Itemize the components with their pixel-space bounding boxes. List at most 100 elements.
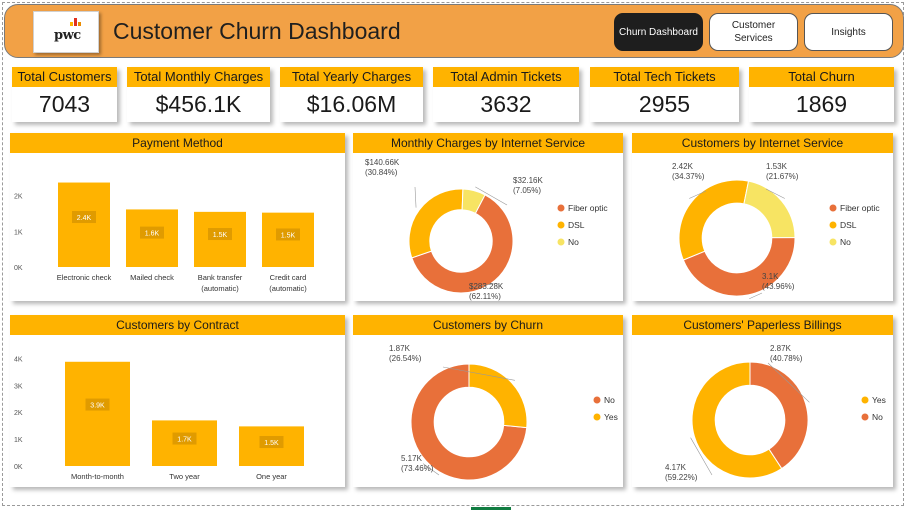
logo-text: pwc bbox=[54, 28, 81, 43]
data-label: 2.4K bbox=[77, 215, 92, 222]
pwc-logo: pwc bbox=[33, 11, 99, 53]
slice-value-label: 5.17K bbox=[401, 454, 423, 463]
data-label: 1.5K bbox=[213, 232, 228, 239]
paperless-donut: 4.17K(59.22%) 2.87K(40.78%) Yes No bbox=[665, 344, 886, 482]
donut-slice bbox=[678, 179, 750, 261]
legend-label: No bbox=[840, 237, 851, 247]
kpi-value: $16.06M bbox=[306, 91, 397, 117]
legend-marker bbox=[829, 238, 837, 246]
kpi-label: Total Monthly Charges bbox=[127, 67, 270, 87]
slice-percent-label: (73.46%) bbox=[401, 464, 434, 473]
slice-percent-label: (43.96%) bbox=[762, 282, 795, 291]
kpi-total-admin-tickets: Total Admin Tickets 3632 bbox=[433, 67, 579, 122]
legend-label: DSL bbox=[840, 220, 857, 230]
kpi-label: Total Tech Tickets bbox=[590, 67, 739, 87]
kpi-value: 1869 bbox=[795, 91, 848, 117]
payment-method-chart: Payment Method 0K 1K 2K 2.4K Electronic chec… bbox=[10, 133, 345, 301]
kpi-label: Total Customers bbox=[12, 67, 117, 87]
kpi-total-churn: Total Churn 1869 bbox=[749, 67, 894, 122]
kpi-total-tech-tickets: Total Tech Tickets 2955 bbox=[590, 67, 739, 122]
legend-marker bbox=[861, 413, 869, 421]
slice-value-label: 1.87K bbox=[389, 344, 411, 353]
category-label: Month-to-month bbox=[71, 472, 124, 481]
nav-churn-dashboard-button[interactable]: Churn Dashboard bbox=[614, 13, 703, 51]
customers-by-contract-chart: Customers by Contract 0K 1K 2K 3K 4K 3.9K Mont… bbox=[10, 315, 345, 487]
data-label: 1.7K bbox=[177, 437, 192, 444]
slice-value-label: $283.28K bbox=[469, 282, 504, 291]
kpi-value: 2955 bbox=[638, 91, 691, 117]
chart-title: Monthly Charges by Internet Service bbox=[353, 133, 623, 153]
data-label: 1.5K bbox=[281, 232, 296, 239]
nav-customer-services-button[interactable]: Customer Services bbox=[709, 13, 798, 51]
category-label: Electronic check bbox=[57, 273, 112, 282]
kpi-label: Total Churn bbox=[749, 67, 894, 87]
y-tick-label: 2K bbox=[14, 410, 23, 417]
legend-marker bbox=[861, 396, 869, 404]
monthly-internet-donut: $283.28K(62.11%) $140.66K(30.84%) $32.16K(… bbox=[365, 158, 608, 301]
kpi-total-monthly-charges: Total Monthly Charges $456.1K bbox=[127, 67, 270, 122]
slice-percent-label: (30.84%) bbox=[365, 168, 398, 177]
donut-slice bbox=[749, 361, 809, 470]
leader-line bbox=[414, 186, 417, 208]
legend-marker bbox=[557, 204, 565, 212]
bar bbox=[65, 361, 130, 466]
nav-insights-button[interactable]: Insights bbox=[804, 13, 893, 51]
monthly-charges-by-internet-chart: Monthly Charges by Internet Service $283… bbox=[353, 133, 623, 301]
page-title: Customer Churn Dashboard bbox=[113, 18, 401, 44]
y-tick-label: 3K bbox=[14, 383, 23, 390]
y-tick-label: 1K bbox=[14, 437, 23, 444]
legend-marker bbox=[829, 204, 837, 212]
slice-percent-label: (26.54%) bbox=[389, 354, 422, 363]
legend-label: Yes bbox=[604, 412, 618, 422]
legend-label: Yes bbox=[872, 395, 886, 405]
y-tick-label: 0K bbox=[14, 464, 23, 471]
data-label: 3.9K bbox=[90, 403, 105, 410]
payment-method-plot: 0K 1K 2K 2.4K Electronic check 1.6K Mailed che… bbox=[14, 182, 314, 293]
category-label: Credit card bbox=[270, 273, 307, 282]
kpi-total-yearly-charges: Total Yearly Charges $16.06M bbox=[280, 67, 423, 122]
category-label: (automatic) bbox=[269, 284, 307, 293]
category-label: (automatic) bbox=[201, 284, 239, 293]
legend-label: Fiber optic bbox=[568, 203, 608, 213]
chart-title: Customers by Internet Service bbox=[632, 133, 893, 153]
legend-marker bbox=[829, 221, 837, 229]
slice-percent-label: (34.37%) bbox=[672, 172, 705, 181]
paperless-billing-chart: Customers' Paperless Billings 4.17K (59.2… bbox=[632, 315, 893, 487]
churn-donut: 5.17K(73.46%) 1.87K(26.54%) No Yes bbox=[389, 344, 618, 481]
legend-marker bbox=[557, 221, 565, 229]
category-label: One year bbox=[256, 472, 287, 481]
kpi-label: Total Yearly Charges bbox=[280, 67, 423, 87]
chart-title: Customers' Paperless Billings bbox=[632, 315, 893, 335]
slice-percent-label: (21.67%) bbox=[766, 172, 799, 181]
chart-title: Customers by Contract bbox=[10, 315, 345, 335]
chart-title: Customers by Churn bbox=[353, 315, 623, 335]
kpi-value: 7043 bbox=[38, 91, 91, 117]
customers-internet-donut: 3.1K(43.96%) 2.42K(34.37%) 1.53K(21.67%) Fi… bbox=[672, 162, 880, 300]
slice-value-label: $140.66K bbox=[365, 158, 400, 167]
data-label: 1.5K bbox=[264, 440, 279, 447]
customers-by-churn-chart: Customers by Churn 5.17K (73.46%) 1.87K (26… bbox=[353, 315, 623, 487]
slice-value-label: 2.42K bbox=[672, 162, 694, 171]
y-tick-label: 1K bbox=[14, 229, 23, 236]
customers-by-internet-chart: Customers by Internet Service 3.1K (43.96… bbox=[632, 133, 893, 301]
category-label: Mailed check bbox=[130, 273, 174, 282]
y-tick-label: 0K bbox=[14, 265, 23, 272]
slice-value-label: 4.17K bbox=[665, 463, 687, 472]
category-label: Two year bbox=[169, 472, 200, 481]
bar bbox=[58, 182, 110, 267]
slice-percent-label: (40.78%) bbox=[770, 354, 803, 363]
chart-title: Payment Method bbox=[10, 133, 345, 153]
donut-slice bbox=[408, 188, 464, 259]
slice-value-label: 2.87K bbox=[770, 344, 792, 353]
kpi-value: 3632 bbox=[480, 91, 532, 117]
contract-plot: 0K 1K 2K 3K 4K 3.9K Month-to-month 1.7K Two year… bbox=[14, 356, 304, 481]
header-bar: pwc Customer Churn Dashboard Churn Dashb… bbox=[4, 4, 904, 58]
y-tick-label: 2K bbox=[14, 194, 23, 201]
y-tick-label: 4K bbox=[14, 356, 23, 363]
kpi-label: Total Admin Tickets bbox=[433, 67, 579, 87]
slice-percent-label: (59.22%) bbox=[665, 473, 698, 482]
kpi-value: $456.1K bbox=[155, 91, 242, 117]
data-label: 1.6K bbox=[145, 231, 160, 238]
legend-label: Fiber optic bbox=[840, 203, 880, 213]
slice-percent-label: (7.05%) bbox=[513, 186, 541, 195]
